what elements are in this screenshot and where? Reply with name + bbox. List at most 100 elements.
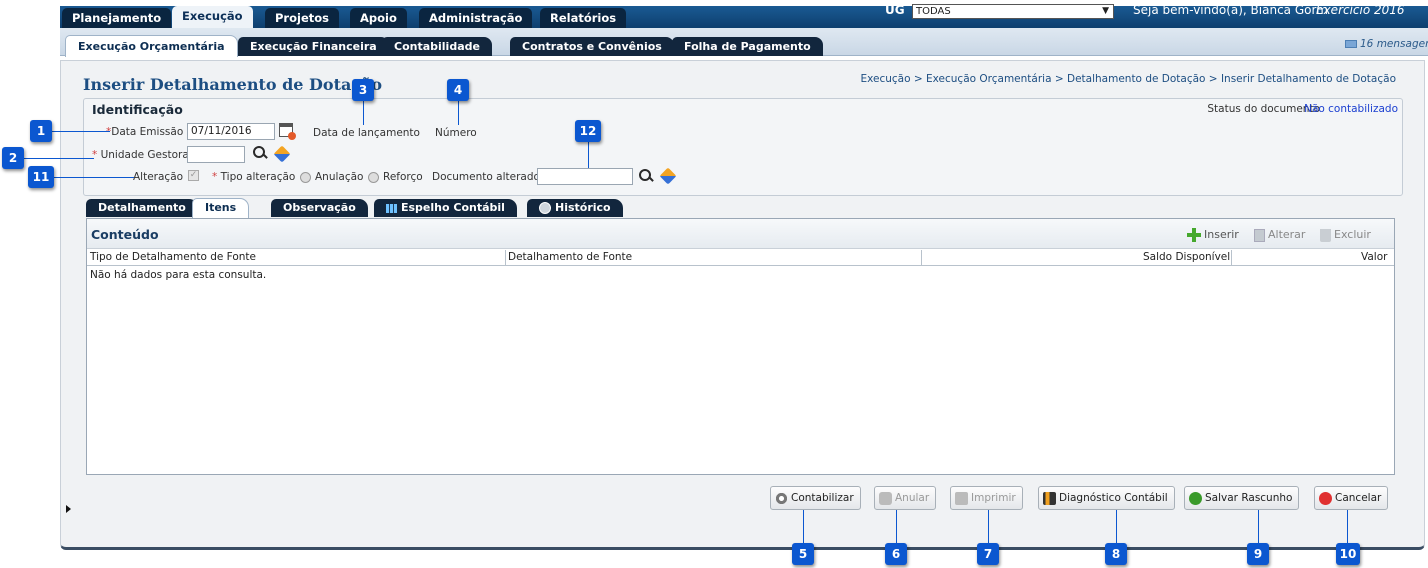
conteudo-header: Conteúdo Inserir Alterar Excluir — [87, 219, 1394, 249]
gear-icon — [775, 491, 788, 505]
grid-icon — [386, 203, 397, 213]
sub-tab-execucao-financeira[interactable]: Execução Financeira — [238, 37, 389, 56]
top-tab-administracao[interactable]: Administração — [419, 8, 533, 28]
trash-icon — [1320, 228, 1331, 242]
col-detalhamento-fonte[interactable]: Detalhamento de Fonte — [508, 251, 632, 263]
unidade-gestora-input[interactable] — [187, 146, 245, 163]
callout-badge-11: 11 — [28, 166, 54, 188]
data-emissao-input[interactable]: 07/11/2016 — [187, 123, 275, 140]
documento-alterado-input[interactable] — [537, 168, 633, 185]
callout-badge-5: 5 — [792, 543, 814, 565]
conteudo-title: Conteúdo — [91, 227, 159, 242]
sidebar-toggle-arrow-icon[interactable] — [66, 505, 71, 513]
status-value: Não contabilizado — [1304, 103, 1398, 115]
contabilizar-button[interactable]: Contabilizar — [770, 486, 861, 510]
tab-itens[interactable]: Itens — [192, 198, 250, 218]
sub-tab-execucao-orcamentaria[interactable]: Execução Orçamentária — [65, 35, 238, 57]
alteracao-checkbox[interactable]: ✓ — [188, 170, 199, 181]
callout-badge-7: 7 — [977, 543, 999, 565]
alteracao-label: Alteração — [133, 171, 184, 183]
documento-alterado-label: Documento alterado — [432, 171, 540, 183]
diagnostico-contabil-button[interactable]: Diagnóstico Contábil — [1038, 486, 1175, 510]
callout-badge-3: 3 — [352, 79, 374, 101]
plus-icon — [1187, 228, 1201, 242]
callout-line — [52, 177, 134, 178]
edit-icon — [1254, 228, 1265, 242]
sub-nav-bar: Execução Orçamentária Execução Financeir… — [60, 28, 1428, 57]
sub-tab-folha-pagamento[interactable]: Folha de Pagamento — [672, 37, 823, 56]
envelope-icon — [1345, 40, 1357, 48]
callout-badge-12: 12 — [575, 120, 601, 142]
col-valor[interactable]: Valor — [1361, 251, 1387, 263]
conteudo-panel: Conteúdo Inserir Alterar Excluir Tipo de… — [86, 218, 1395, 475]
inserir-button[interactable]: Inserir — [1187, 228, 1239, 242]
callout-line — [803, 510, 804, 543]
tab-historico[interactable]: Histórico — [527, 199, 623, 217]
alterar-button[interactable]: Alterar — [1254, 228, 1305, 242]
search-icon[interactable] — [638, 168, 654, 184]
top-tab-projetos[interactable]: Projetos — [265, 8, 339, 28]
dropdown-arrow-icon: ▼ — [1102, 6, 1109, 16]
unidade-gestora-label: * Unidade Gestora — [92, 149, 189, 161]
cancel-icon — [1319, 491, 1332, 505]
welcome-text: Seja bem-vindo(a), Bianca Gorm — [1133, 3, 1328, 17]
salvar-rascunho-button[interactable]: Salvar Rascunho — [1184, 486, 1300, 510]
column-divider — [1231, 250, 1232, 266]
sub-tab-contratos[interactable]: Contratos e Convênios — [510, 37, 674, 56]
tab-espelho-contabil[interactable]: Espelho Contábil — [374, 199, 517, 217]
page-title: Inserir Detalhamento de Dotação — [83, 75, 383, 94]
ug-select[interactable]: TODAS ▼ — [912, 4, 1114, 19]
callout-line — [1258, 510, 1259, 543]
numero-label: Número — [435, 127, 477, 139]
history-icon — [539, 202, 551, 214]
data-lancamento-label: Data de lançamento — [313, 127, 420, 139]
callout-line — [458, 101, 459, 125]
breadcrumb: Execução > Execução Orçamentária > Detal… — [860, 73, 1397, 85]
callout-line — [896, 510, 897, 543]
callout-line — [24, 158, 94, 159]
unread-messages-link[interactable]: 16 mensagens não lidas — [1345, 38, 1428, 50]
callout-line — [1347, 510, 1348, 543]
anulacao-label: Anulação — [315, 171, 364, 183]
callout-badge-4: 4 — [447, 79, 469, 101]
empty-table-message: Não há dados para esta consulta. — [90, 269, 267, 281]
excluir-button[interactable]: Excluir — [1320, 228, 1371, 242]
callout-badge-10: 10 — [1336, 543, 1360, 565]
top-tab-execucao[interactable]: Execução — [172, 6, 253, 28]
anular-button[interactable]: Anular — [874, 486, 937, 510]
callout-badge-9: 9 — [1247, 543, 1269, 565]
top-tab-planejamento[interactable]: Planejamento — [62, 8, 172, 28]
sub-tab-contabilidade[interactable]: Contabilidade — [382, 37, 492, 56]
callout-line — [1116, 510, 1117, 543]
top-tab-apoio[interactable]: Apoio — [350, 8, 407, 28]
reforco-radio[interactable] — [368, 172, 379, 183]
cancelar-button[interactable]: Cancelar — [1314, 486, 1389, 510]
col-saldo-disponivel[interactable]: Saldo Disponível — [1143, 251, 1230, 263]
tab-detalhamento[interactable]: Detalhamento — [86, 199, 198, 217]
hand-icon — [879, 491, 892, 505]
printer-icon — [955, 491, 968, 505]
unread-messages-text: 16 mensagens não lidas — [1360, 38, 1428, 50]
search-icon[interactable] — [252, 145, 268, 161]
callout-badge-2: 2 — [2, 147, 24, 169]
callout-line — [988, 510, 989, 543]
exercicio-text: Exercício 2016 — [1316, 3, 1405, 17]
callout-badge-1: 1 — [30, 120, 52, 142]
callout-line — [363, 101, 364, 125]
status-label: Status do documento — [1207, 103, 1320, 115]
top-tab-relatorios[interactable]: Relatórios — [540, 8, 627, 28]
column-divider — [921, 250, 922, 266]
callout-line — [52, 131, 110, 132]
ug-label: UG — [885, 3, 905, 17]
tab-observacao[interactable]: Observação — [271, 199, 368, 217]
reforco-label: Reforço — [383, 171, 423, 183]
data-emissao-label: *Data Emissão — [106, 126, 184, 138]
anulacao-radio[interactable] — [300, 172, 311, 183]
callout-badge-8: 8 — [1105, 543, 1127, 565]
calendar-icon[interactable] — [279, 123, 296, 140]
column-divider — [505, 250, 506, 266]
identificacao-title: Identificação — [92, 102, 183, 117]
callout-line — [588, 142, 589, 168]
imprimir-button[interactable]: Imprimir — [950, 486, 1023, 510]
col-tipo-detalhamento[interactable]: Tipo de Detalhamento de Fonte — [90, 251, 256, 263]
